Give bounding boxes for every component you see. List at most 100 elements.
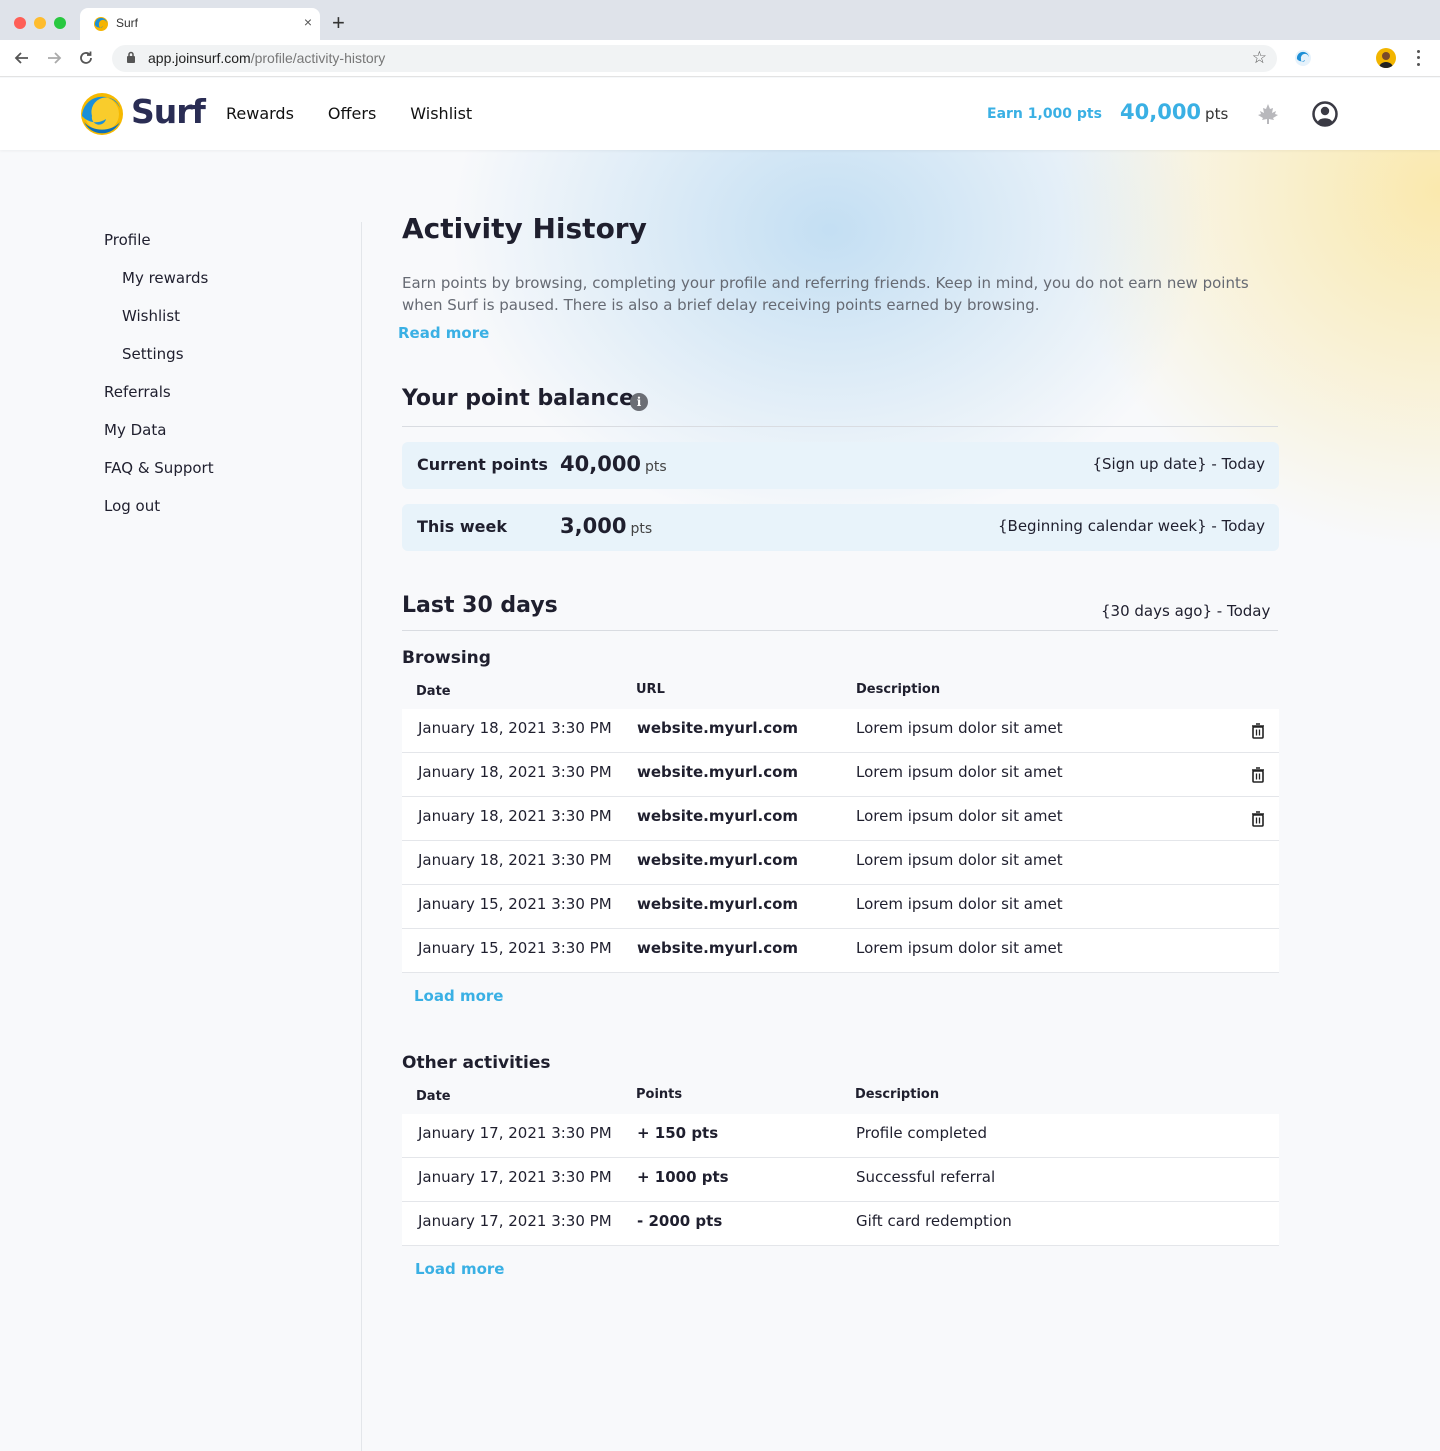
row-description: Lorem ipsum dolor sit amet — [856, 939, 1063, 957]
maximize-window-button[interactable] — [54, 17, 66, 29]
row-url: website.myurl.com — [637, 763, 799, 781]
current-points-card: Current points 40,000 pts {Sign up date} … — [402, 442, 1279, 489]
page-title: Activity History — [402, 212, 647, 245]
browsing-title: Browsing — [402, 648, 491, 668]
close-window-button[interactable] — [14, 17, 26, 29]
minimize-window-button[interactable] — [34, 17, 46, 29]
current-points-range: {Sign up date} - Today — [1092, 455, 1265, 473]
trash-icon[interactable] — [1251, 723, 1265, 739]
row-url: website.myurl.com — [637, 807, 799, 825]
row-date: January 18, 2021 3:30 PM — [418, 719, 612, 737]
sidebar-item-faq-support[interactable]: FAQ & Support — [104, 459, 214, 477]
row-description: Lorem ipsum dolor sit amet — [856, 851, 1063, 869]
header-point-balance: 40,000 pts — [1120, 100, 1228, 124]
row-points: - 2000 pts — [637, 1212, 723, 1230]
row-date: January 18, 2021 3:30 PM — [418, 851, 612, 869]
this-week-range: {Beginning calendar week} - Today — [997, 517, 1265, 535]
nav-offers[interactable]: Offers — [328, 104, 376, 123]
last-30-days-title: Last 30 days — [402, 593, 558, 618]
point-balance-title: Your point balance — [402, 386, 635, 411]
back-arrow-icon[interactable] — [10, 46, 34, 70]
row-description: Lorem ipsum dolor sit amet — [856, 895, 1063, 913]
row-date: January 18, 2021 3:30 PM — [418, 763, 612, 781]
browsing-header-date: Date — [416, 684, 451, 699]
row-date: January 17, 2021 3:30 PM — [418, 1168, 612, 1186]
trash-icon[interactable] — [1251, 767, 1265, 783]
trash-icon[interactable] — [1251, 811, 1265, 827]
other-load-more-link[interactable]: Load more — [415, 1260, 504, 1278]
forward-arrow-icon[interactable] — [42, 46, 66, 70]
page-intro: Earn points by browsing, completing your… — [402, 274, 1249, 314]
nav-wishlist[interactable]: Wishlist — [410, 104, 472, 123]
table-row: January 15, 2021 3:30 PM website.myurl.co… — [402, 885, 1279, 929]
sidebar-item-my-data[interactable]: My Data — [104, 421, 166, 439]
app-header: Surf Rewards Offers Wishlist Earn 1,000 … — [0, 78, 1440, 150]
current-points-unit: pts — [645, 459, 667, 475]
surf-logo-text[interactable]: Surf — [131, 92, 206, 131]
sidebar-item-referrals[interactable]: Referrals — [104, 383, 171, 401]
current-points-value: 40,000 pts — [560, 452, 667, 476]
other-activities-title: Other activities — [402, 1053, 551, 1073]
earn-points-link[interactable]: Earn 1,000 pts — [987, 106, 1102, 122]
current-points-label: Current points — [417, 455, 548, 474]
this-week-value: 3,000 pts — [560, 514, 652, 538]
divider — [402, 426, 1278, 427]
surf-logo-icon[interactable] — [80, 92, 124, 136]
this-week-label: This week — [417, 517, 508, 536]
table-row: January 18, 2021 3:30 PM website.myurl.co… — [402, 709, 1279, 753]
url-text: app.joinsurf.com/profile/activity-histor… — [148, 50, 385, 66]
reload-icon[interactable] — [74, 46, 98, 70]
new-tab-button[interactable]: + — [332, 10, 345, 36]
sidebar-divider — [361, 222, 362, 1451]
maple-leaf-icon[interactable] — [1257, 103, 1279, 125]
browsing-header-description: Description — [856, 682, 941, 697]
current-points-number: 40,000 — [560, 452, 642, 476]
browser-toolbar: app.joinsurf.com/profile/activity-histor… — [0, 40, 1440, 77]
row-url: website.myurl.com — [637, 895, 799, 913]
row-description: Successful referral — [856, 1168, 996, 1186]
account-user-icon[interactable] — [1312, 101, 1338, 127]
surf-favicon-icon — [94, 17, 108, 31]
surf-extension-icon[interactable] — [1294, 49, 1312, 67]
browser-profile-avatar[interactable] — [1376, 48, 1396, 68]
browser-tab-bar: Surf × + — [0, 0, 1440, 40]
info-icon[interactable]: i — [630, 393, 648, 411]
divider — [402, 630, 1278, 631]
header-balance-value: 40,000 — [1120, 100, 1202, 124]
table-row: January 15, 2021 3:30 PM website.myurl.co… — [402, 929, 1279, 973]
this-week-unit: pts — [630, 521, 653, 537]
row-description: Lorem ipsum dolor sit amet — [856, 719, 1063, 737]
row-url: website.myurl.com — [637, 719, 799, 737]
sidebar-item-my-rewards[interactable]: My rewards — [122, 269, 208, 287]
browsing-load-more-link[interactable]: Load more — [414, 987, 503, 1005]
header-balance-unit: pts — [1205, 105, 1229, 123]
table-row: January 17, 2021 3:30 PM - 2000 pts Gift c… — [402, 1202, 1279, 1246]
row-date: January 18, 2021 3:30 PM — [418, 807, 612, 825]
tab-title: Surf — [116, 16, 139, 30]
table-row: January 18, 2021 3:30 PM website.myurl.co… — [402, 753, 1279, 797]
main-nav: Rewards Offers Wishlist — [226, 104, 472, 123]
table-row: January 18, 2021 3:30 PM website.myurl.co… — [402, 841, 1279, 885]
browser-menu-icon[interactable] — [1412, 48, 1424, 68]
tab-close-icon[interactable]: × — [304, 14, 312, 30]
row-url: website.myurl.com — [637, 939, 799, 957]
lock-icon — [127, 51, 135, 63]
row-description: Profile completed — [856, 1124, 987, 1142]
sidebar-item-profile[interactable]: Profile — [104, 231, 151, 249]
row-url: website.myurl.com — [637, 851, 799, 869]
nav-rewards[interactable]: Rewards — [226, 104, 294, 123]
table-row: January 17, 2021 3:30 PM + 150 pts Profile… — [402, 1114, 1279, 1158]
bookmark-star-icon[interactable]: ☆ — [1252, 48, 1267, 68]
other-header-points: Points — [636, 1087, 683, 1102]
address-bar[interactable]: app.joinsurf.com/profile/activity-histor… — [112, 45, 1277, 72]
sidebar-item-settings[interactable]: Settings — [122, 345, 184, 363]
last-30-days-range: {30 days ago} - Today — [1101, 602, 1271, 620]
table-row: January 18, 2021 3:30 PM website.myurl.co… — [402, 797, 1279, 841]
sidebar-item-wishlist[interactable]: Wishlist — [122, 307, 180, 325]
browser-tab[interactable]: Surf × — [80, 8, 320, 40]
read-more-link[interactable]: Read more — [398, 324, 489, 342]
sidebar-item-log-out[interactable]: Log out — [104, 497, 160, 515]
row-date: January 17, 2021 3:30 PM — [418, 1212, 612, 1230]
url-host: app.joinsurf.com — [148, 50, 251, 66]
table-row: January 17, 2021 3:30 PM + 1000 pts Succes… — [402, 1158, 1279, 1202]
